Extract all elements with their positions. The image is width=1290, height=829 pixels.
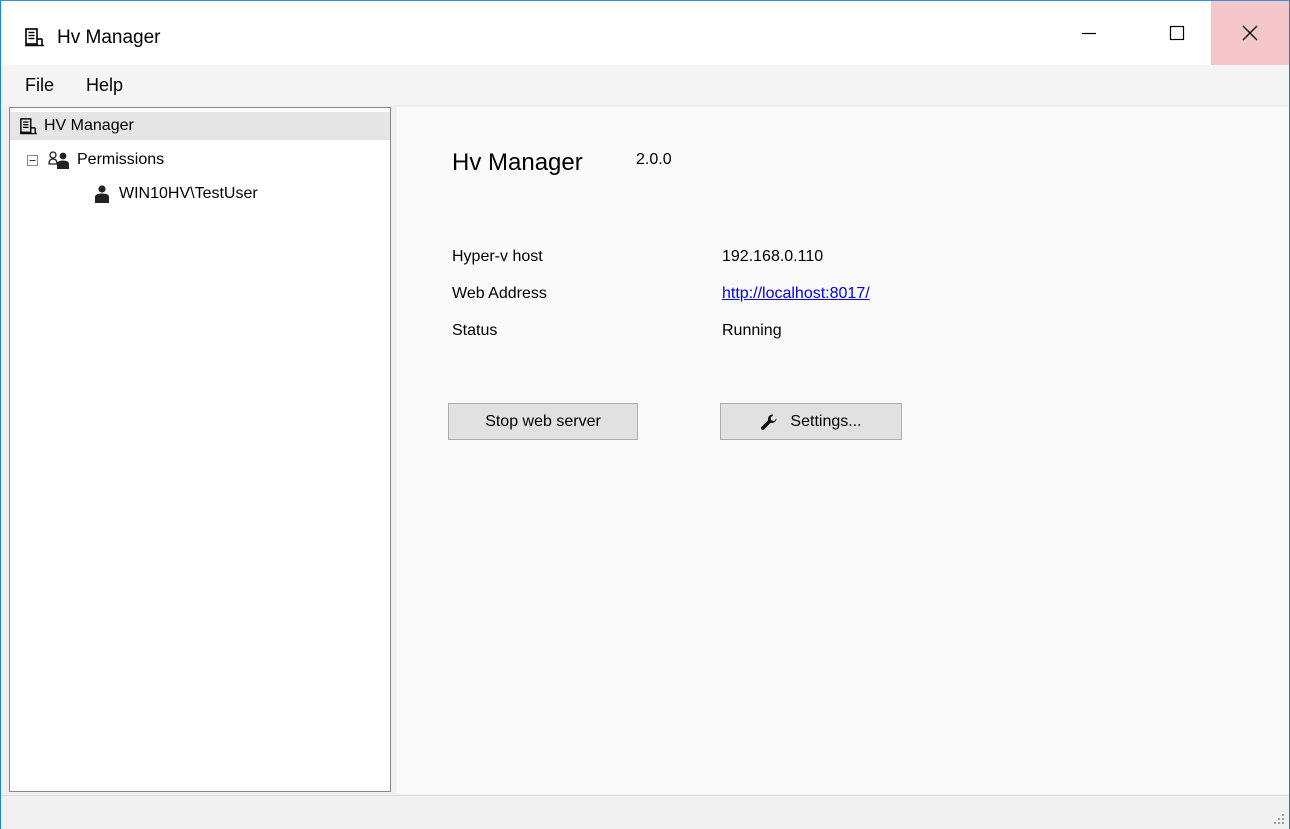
status-label: Status	[452, 322, 498, 339]
menu-file[interactable]: File	[25, 75, 54, 96]
user-icon	[95, 185, 109, 203]
window-title: Hv Manager	[57, 27, 161, 48]
stop-web-server-label: Stop web server	[485, 412, 601, 430]
web-address-link[interactable]: http://localhost:8017/	[722, 285, 870, 303]
collapse-icon[interactable]	[27, 154, 38, 166]
settings-label: Settings...	[790, 412, 862, 430]
maximize-icon	[1169, 25, 1184, 41]
hyperv-host-value: 192.168.0.110	[722, 248, 824, 265]
status-value: Running	[722, 322, 782, 339]
server-icon	[20, 117, 37, 134]
app-name: Hv Manager	[452, 149, 583, 176]
main-panel: Hv Manager 2.0.0 Hyper-v host 192.168.0.…	[397, 107, 1289, 794]
hyperv-host-label: Hyper-v host	[452, 248, 543, 265]
server-icon	[25, 28, 44, 47]
close-button[interactable]	[1211, 1, 1289, 65]
web-address-label: Web Address	[452, 285, 547, 302]
stop-web-server-button[interactable]: Stop web server	[448, 403, 638, 440]
minimize-icon	[1081, 32, 1096, 35]
tree-item-label: HV Manager	[44, 117, 134, 134]
settings-button[interactable]: Settings...	[720, 403, 902, 440]
resize-grip-icon[interactable]	[1271, 811, 1285, 825]
users-icon	[48, 151, 69, 169]
wrench-icon	[761, 414, 777, 430]
close-icon	[1242, 25, 1258, 41]
tree-item-label: Permissions	[77, 151, 165, 168]
menu-help[interactable]: Help	[86, 75, 123, 96]
app-version: 2.0.0	[636, 151, 672, 168]
tree-item-label: WIN10HV\TestUser	[119, 185, 258, 202]
tree-item-user[interactable]: WIN10HV\TestUser	[10, 180, 390, 208]
tree-item-hv-manager[interactable]: HV Manager	[10, 112, 390, 140]
status-bar	[1, 795, 1289, 829]
app-window: Hv Manager File Help HV Manager Permissi…	[0, 0, 1290, 829]
tree-item-permissions[interactable]: Permissions	[10, 146, 390, 174]
navigation-tree[interactable]: HV Manager Permissions WIN10HV\TestUser	[9, 107, 391, 792]
menu-bar: File Help	[1, 65, 1289, 105]
title-bar[interactable]: Hv Manager	[1, 1, 1289, 65]
maximize-button[interactable]	[1141, 1, 1212, 65]
minimize-button[interactable]	[1053, 1, 1124, 65]
